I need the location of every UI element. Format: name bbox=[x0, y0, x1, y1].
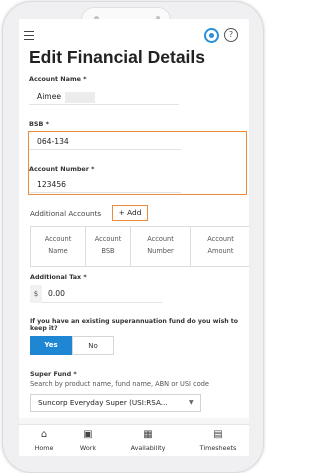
bsb-label: BSB * bbox=[29, 120, 49, 128]
nav-label: Home bbox=[34, 444, 54, 452]
redacted-block bbox=[65, 91, 96, 103]
column-header-line1: Account bbox=[44, 235, 72, 243]
column-header-line2: Amount bbox=[207, 247, 234, 255]
briefcase-icon: ▣ bbox=[83, 429, 93, 440]
super-fund-select[interactable]: Suncorp Everyday Super (USI:RSA... bbox=[30, 394, 201, 412]
additional-tax-input[interactable]: 0.00 bbox=[42, 285, 162, 303]
column-header-line2: Number bbox=[147, 247, 174, 255]
column-header-account-bsb: Account BSB bbox=[85, 227, 130, 266]
column-header-account-number: Account Number bbox=[130, 227, 190, 266]
sync-icon[interactable] bbox=[204, 28, 219, 43]
additional-accounts-label: Additional Accounts bbox=[30, 209, 102, 218]
column-header-account-amount: Account Amount bbox=[190, 227, 249, 266]
nav-label: Work bbox=[79, 444, 97, 452]
super-question-text: If you have an existing superannuation f… bbox=[30, 318, 239, 333]
timesheet-icon: ▤ bbox=[213, 429, 223, 440]
account-name-input[interactable]: Aimee bbox=[29, 88, 179, 105]
account-number-label: Account Number * bbox=[29, 165, 95, 173]
account-number-input[interactable]: 123456 bbox=[29, 176, 181, 193]
account-name-value: Aimee bbox=[37, 92, 62, 101]
additional-accounts-table: Account Name Account BSB Account Number … bbox=[30, 226, 249, 267]
no-button[interactable]: No bbox=[72, 336, 114, 355]
column-header-line1: Account bbox=[207, 235, 234, 243]
column-header-line2: Name bbox=[48, 247, 68, 255]
super-fund-hint: Search by product name, fund name, ABN o… bbox=[30, 380, 209, 388]
add-account-button[interactable]: + Add bbox=[112, 205, 148, 221]
phone-frame: ? Edit Financial Details Account Name * … bbox=[2, 1, 264, 473]
home-icon: ⌂ bbox=[40, 429, 48, 440]
additional-tax-label: Additional Tax * bbox=[30, 273, 87, 281]
column-header-line1: Account bbox=[94, 235, 122, 243]
account-name-label: Account Name * bbox=[29, 75, 87, 83]
page-title: Edit Financial Details bbox=[29, 47, 206, 67]
nav-label: Timesheets bbox=[199, 444, 237, 452]
nav-item-home[interactable]: ⌂ Home bbox=[19, 428, 69, 452]
bottom-nav: ⌂ Home ▣ Work ▦ Availability ▤ Timesheet… bbox=[19, 424, 249, 456]
currency-prefix: $ bbox=[30, 285, 42, 303]
nav-item-work[interactable]: ▣ Work bbox=[63, 428, 113, 452]
yes-button[interactable]: Yes bbox=[30, 336, 72, 355]
bsb-input[interactable]: 064-134 bbox=[29, 133, 181, 150]
menu-icon[interactable] bbox=[24, 31, 34, 43]
column-header-account-name: Account Name bbox=[30, 227, 85, 266]
super-fund-label: Super Fund * bbox=[30, 370, 77, 378]
chevron-down-icon[interactable]: ▼ bbox=[189, 399, 194, 406]
nav-item-availability[interactable]: ▦ Availability bbox=[123, 428, 173, 452]
nav-label: Availability bbox=[130, 444, 166, 452]
help-icon[interactable]: ? bbox=[224, 28, 238, 42]
app-screen: ? Edit Financial Details Account Name * … bbox=[19, 19, 249, 456]
column-header-line2: BSB bbox=[101, 247, 115, 255]
column-header-line1: Account bbox=[147, 235, 174, 243]
nav-item-timesheets[interactable]: ▤ Timesheets bbox=[193, 428, 243, 452]
calendar-icon: ▦ bbox=[143, 429, 153, 440]
